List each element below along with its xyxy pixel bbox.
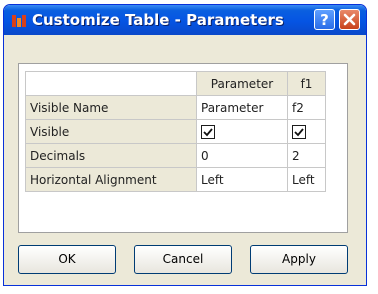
customize-table-dialog: Customize Table - Parameters ? Parameter… — [3, 4, 367, 286]
row-label: Visible Name — [25, 95, 197, 120]
row-label: Decimals — [25, 143, 197, 168]
visible-name-cell[interactable]: f2 — [287, 95, 326, 120]
header-row: Parameter f1 — [25, 71, 326, 96]
corner-cell — [25, 71, 197, 96]
visible-cell — [287, 119, 326, 144]
alignment-cell[interactable]: Left — [287, 167, 326, 192]
parameters-table: Parameter f1 Visible Name Parameter f2 V… — [25, 71, 326, 192]
table-row: Decimals 0 2 — [25, 143, 326, 168]
help-icon: ? — [320, 11, 329, 29]
column-header-f1[interactable]: f1 — [287, 71, 326, 96]
checkmark-icon — [294, 128, 304, 137]
close-button[interactable] — [339, 9, 360, 30]
title-bar[interactable]: Customize Table - Parameters ? — [4, 5, 366, 35]
visible-checkbox[interactable] — [292, 124, 306, 139]
table-row: Horizontal Alignment Left Left — [25, 167, 326, 192]
ok-button[interactable]: OK — [18, 245, 116, 274]
decimals-cell[interactable]: 0 — [196, 143, 288, 168]
decimals-cell[interactable]: 2 — [287, 143, 326, 168]
table-row: Visible Name Parameter f2 — [25, 95, 326, 120]
help-button[interactable]: ? — [314, 9, 335, 30]
visible-cell — [196, 119, 288, 144]
apply-button[interactable]: Apply — [250, 245, 348, 274]
row-label: Horizontal Alignment — [25, 167, 197, 192]
help-glyph: ? — [320, 11, 329, 29]
app-icon — [12, 13, 26, 27]
column-header-parameter[interactable]: Parameter — [196, 71, 288, 96]
close-icon — [343, 13, 356, 26]
parameters-grid: Parameter f1 Visible Name Parameter f2 V… — [18, 63, 348, 233]
visible-name-cell[interactable]: Parameter — [196, 95, 288, 120]
checkmark-icon — [203, 128, 213, 137]
table-row: Visible — [25, 119, 326, 144]
row-label: Visible — [25, 119, 197, 144]
visible-checkbox[interactable] — [201, 124, 215, 139]
alignment-cell[interactable]: Left — [196, 167, 288, 192]
window-title: Customize Table - Parameters — [32, 11, 284, 29]
cancel-button[interactable]: Cancel — [134, 245, 232, 274]
